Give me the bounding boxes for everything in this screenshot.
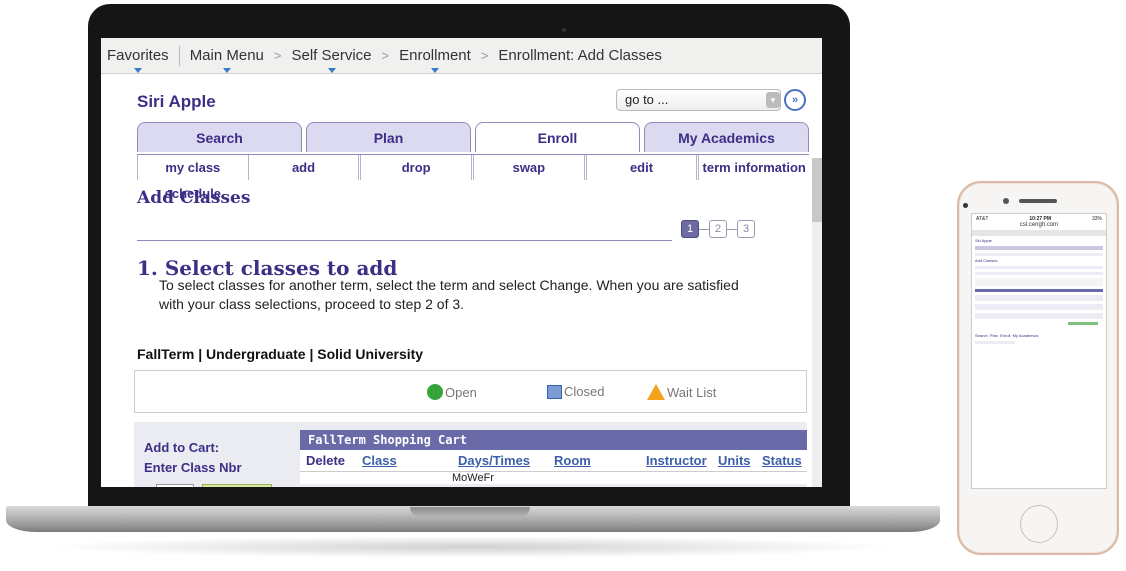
- col-class[interactable]: Class: [356, 450, 452, 471]
- subtab-my-class-schedule[interactable]: my class schedule: [137, 155, 248, 201]
- class-nbr-input[interactable]: [156, 484, 194, 487]
- phone-frame: AT&T 10:27 PM 33% csl.cengh.com Siri App…: [957, 181, 1119, 555]
- col-days-times[interactable]: Days/Times: [452, 450, 548, 471]
- breadcrumb-favorites[interactable]: Favorites: [101, 47, 175, 73]
- laptop-screen: Favorites Main Menu > Self Service > Enr…: [101, 38, 822, 487]
- subtab-add[interactable]: add: [247, 155, 359, 180]
- step-connector: [727, 228, 737, 230]
- table-row: MoWeFr: [300, 472, 807, 484]
- tab-plan[interactable]: Plan: [306, 122, 471, 152]
- step-2: 2: [709, 220, 727, 238]
- phone-battery: 33%: [1091, 216, 1102, 222]
- phone-cart-row: [975, 304, 1103, 310]
- enter-button[interactable]: [202, 484, 272, 487]
- phone-sensor: [963, 203, 968, 208]
- breadcrumb-divider: [178, 45, 180, 66]
- laptop-camera: [562, 28, 566, 32]
- enroll-subtabs: my class schedule add drop swap edit ter…: [137, 154, 809, 201]
- phone-status-bar: AT&T 10:27 PM 33%: [972, 214, 1106, 222]
- wait-list-status-icon: [647, 384, 665, 400]
- breadcrumb-separator: >: [480, 48, 489, 63]
- phone-screen: AT&T 10:27 PM 33% csl.cengh.com Siri App…: [971, 213, 1107, 489]
- closed-status-icon: [547, 384, 562, 399]
- breadcrumb-add-classes: Enrollment: Add Classes: [498, 47, 662, 64]
- enter-class-nbr-label: Enter Class Nbr: [144, 460, 242, 475]
- cart-column-headers: Delete Class Days/Times Room Instructor …: [300, 450, 807, 472]
- dropdown-arrow-icon[interactable]: ▾: [766, 92, 780, 108]
- legend-open: Open: [427, 384, 477, 400]
- phone-home-button: [1020, 505, 1058, 543]
- step-indicator: 1 2 3: [681, 220, 755, 238]
- days-times-cell: MoWeFr: [452, 472, 494, 484]
- legend-closed-label: Closed: [564, 384, 605, 399]
- user-name: Siri Apple: [137, 92, 216, 111]
- col-instructor[interactable]: Instructor: [640, 450, 712, 471]
- phone-instructions: [975, 272, 1103, 275]
- subtab-swap[interactable]: swap: [471, 155, 584, 180]
- phone-legend: [975, 278, 1103, 286]
- tab-enroll[interactable]: Enroll: [475, 122, 640, 152]
- legend-wait-list-label: Wait List: [667, 384, 717, 400]
- instructions-text: To select classes for another term, sele…: [159, 277, 739, 312]
- phone-footer-tabs: Search Plan Enroll My Academics: [975, 333, 1039, 338]
- double-chevron-right-icon[interactable]: »: [784, 89, 806, 111]
- step-connector: [699, 228, 709, 230]
- phone-subtabs: [975, 253, 1103, 256]
- shopping-cart-table: FallTerm Shopping Cart Delete Class Days…: [300, 430, 807, 484]
- step-3: 3: [737, 220, 755, 238]
- open-status-icon: [427, 384, 443, 400]
- subtab-drop[interactable]: drop: [358, 155, 471, 180]
- laptop-shadow: [40, 536, 900, 558]
- legend-closed: Closed: [547, 384, 604, 399]
- phone-cart-row: [975, 313, 1103, 319]
- phone-goto: [975, 341, 1015, 344]
- col-units[interactable]: Units: [712, 450, 756, 471]
- phone-next-button: [1068, 322, 1098, 325]
- phone-url: csl.cengh.com: [1019, 222, 1059, 228]
- col-delete: Delete: [306, 453, 346, 468]
- vertical-scrollbar[interactable]: [812, 158, 822, 487]
- tab-search[interactable]: Search: [137, 122, 302, 152]
- title-divider: [137, 240, 672, 241]
- phone-camera: [1003, 198, 1009, 204]
- phone-instructions: [975, 266, 1103, 269]
- phone-user-name: Siri Apple: [975, 238, 992, 243]
- laptop-notch: [410, 507, 530, 517]
- col-status[interactable]: Status: [756, 450, 807, 471]
- phone-speaker: [1019, 199, 1057, 203]
- tab-my-academics[interactable]: My Academics: [644, 122, 809, 152]
- breadcrumb-separator: >: [273, 48, 282, 63]
- term-info: FallTerm | Undergraduate | Solid Univers…: [137, 346, 424, 362]
- status-legend: Open Closed Wait List: [134, 370, 807, 413]
- legend-wait-list: Wait List: [647, 384, 716, 400]
- legend-open-label: Open: [445, 384, 477, 400]
- shopping-cart-title: FallTerm Shopping Cart: [300, 430, 807, 450]
- col-room[interactable]: Room: [548, 450, 640, 471]
- breadcrumb-separator: >: [381, 48, 390, 63]
- phone-cart-header: [975, 289, 1103, 292]
- breadcrumb-self-service[interactable]: Self Service: [285, 47, 377, 73]
- phone-tabs: [975, 246, 1103, 250]
- subtab-edit[interactable]: edit: [583, 155, 697, 180]
- phone-carrier: AT&T: [976, 216, 989, 222]
- breadcrumb-main-menu[interactable]: Main Menu: [184, 47, 270, 73]
- breadcrumb: Favorites Main Menu > Self Service > Enr…: [101, 38, 822, 74]
- scrollbar-thumb[interactable]: [812, 158, 822, 222]
- add-to-cart-label: Add to Cart:: [144, 440, 220, 455]
- phone-breadcrumb-bar: [972, 230, 1106, 236]
- goto-select[interactable]: go to ...: [616, 89, 781, 111]
- phone-page-title: Add Classes: [975, 258, 998, 263]
- add-to-cart-panel: Add to Cart: Enter Class Nbr FallTerm Sh…: [134, 422, 807, 487]
- main-tabs: Search Plan Enroll My Academics: [137, 122, 809, 152]
- page-title: Add Classes: [137, 188, 251, 208]
- phone-cart-row: [975, 295, 1103, 301]
- step-1: 1: [681, 220, 699, 238]
- subtab-term-information[interactable]: term information: [696, 155, 809, 180]
- breadcrumb-enrollment[interactable]: Enrollment: [393, 47, 477, 73]
